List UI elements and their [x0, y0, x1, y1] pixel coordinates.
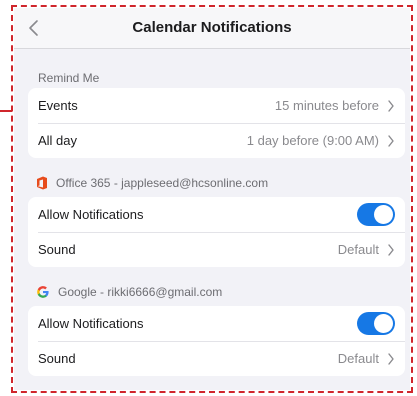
chevron-right-icon [388, 352, 394, 365]
office365-allow-notifications-row: Allow Notifications [28, 197, 405, 232]
page-title: Calendar Notifications [132, 19, 292, 36]
all-day-label: All day [38, 133, 78, 148]
google-card: Allow Notifications Sound Default [28, 306, 405, 376]
google-sound-row[interactable]: Sound Default [28, 341, 405, 376]
all-day-value: 1 day before (9:00 AM) [246, 133, 379, 148]
events-value: 15 minutes before [274, 98, 379, 113]
office365-account-label: Office 365 - jappleseed@hcsonline.com [56, 176, 269, 190]
google-account-header: Google - rikki6666@gmail.com [36, 285, 222, 299]
sound-label: Sound [38, 242, 76, 257]
all-day-reminder-row[interactable]: All day 1 day before (9:00 AM) [28, 123, 405, 158]
chevron-right-icon [388, 243, 394, 256]
allow-notifications-label: Allow Notifications [38, 316, 144, 331]
sound-label: Sound [38, 351, 76, 366]
remind-me-header: Remind Me [38, 71, 100, 85]
navigation-bar: Calendar Notifications [14, 8, 410, 49]
google-notifications-toggle[interactable] [357, 312, 395, 335]
sound-value: Default [337, 351, 379, 366]
sound-value: Default [337, 242, 379, 257]
events-reminder-row[interactable]: Events 15 minutes before [28, 88, 405, 123]
toggle-knob [374, 205, 393, 224]
events-label: Events [38, 98, 78, 113]
google-account-label: Google - rikki6666@gmail.com [58, 285, 223, 299]
google-icon [37, 286, 49, 298]
google-allow-notifications-row: Allow Notifications [28, 306, 405, 341]
office-icon [37, 176, 47, 190]
office365-notifications-toggle[interactable] [357, 203, 395, 226]
office365-card: Allow Notifications Sound Default [28, 197, 405, 267]
remind-me-card: Events 15 minutes before All day 1 day b… [28, 88, 405, 158]
calendar-notifications-screen: Calendar Notifications Remind Me Events … [14, 8, 410, 390]
allow-notifications-label: Allow Notifications [38, 207, 144, 222]
office365-sound-row[interactable]: Sound Default [28, 232, 405, 267]
toggle-knob [374, 314, 393, 333]
office365-account-header: Office 365 - jappleseed@hcsonline.com [36, 176, 268, 190]
chevron-right-icon [388, 134, 394, 147]
chevron-right-icon [388, 99, 394, 112]
